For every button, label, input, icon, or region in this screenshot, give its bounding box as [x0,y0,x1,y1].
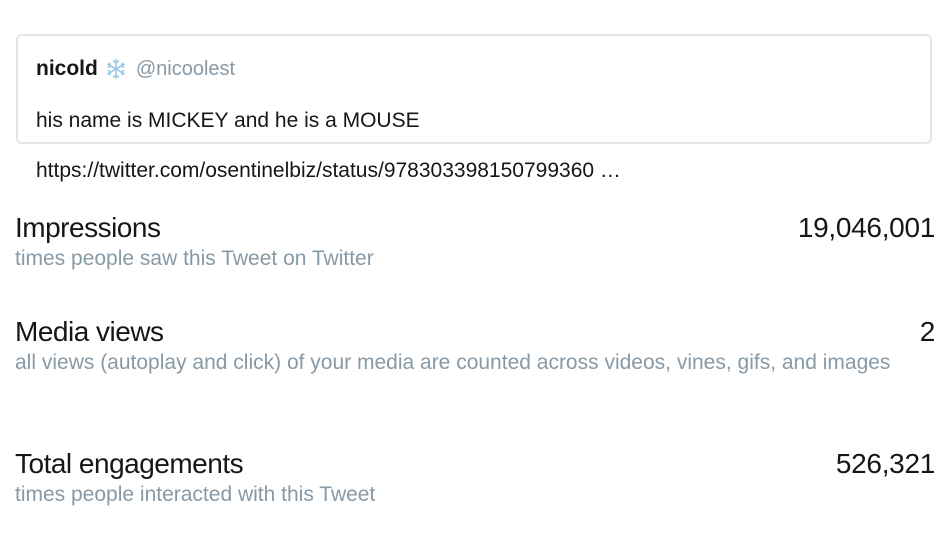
tweet-text-line: his name is MICKEY and he is a MOUSE [36,109,420,132]
tweet-handle[interactable]: @nicoolest [136,58,235,81]
metric-label: Media views [15,316,164,347]
metric-description: times people interacted with this Tweet [15,483,376,506]
metric-total-engagements: Total engagements 526,321 times people i… [15,448,935,509]
quoted-tweet-card[interactable]: nicold @nicoolest his name is MICKEY and… [16,34,932,182]
tweet-display-name[interactable]: nicold [36,57,98,81]
metric-value: 2 [919,316,936,347]
metric-description: all views (autoplay and click) of your m… [15,351,891,374]
snowflake-icon [105,58,127,80]
tweet-header: nicold @nicoolest [36,55,912,83]
metric-media-views: Media views 2 all views (autoplay and cl… [15,316,935,377]
metric-row: Media views 2 [15,316,935,348]
metric-value: 19,046,001 [797,212,935,243]
metric-label: Total engagements [15,448,244,479]
metric-row: Impressions 19,046,001 [15,212,935,244]
tweet-text: his name is MICKEY and he is a MOUSE htt… [36,83,912,208]
tweet-link[interactable]: https://twitter.com/osentinelbiz/status/… [36,158,912,183]
metric-impressions: Impressions 19,046,001 times people saw … [15,212,935,273]
metric-value: 526,321 [835,448,935,479]
metric-label: Impressions [15,212,161,243]
metric-description: times people saw this Tweet on Twitter [15,247,374,270]
metric-row: Total engagements 526,321 [15,448,935,480]
